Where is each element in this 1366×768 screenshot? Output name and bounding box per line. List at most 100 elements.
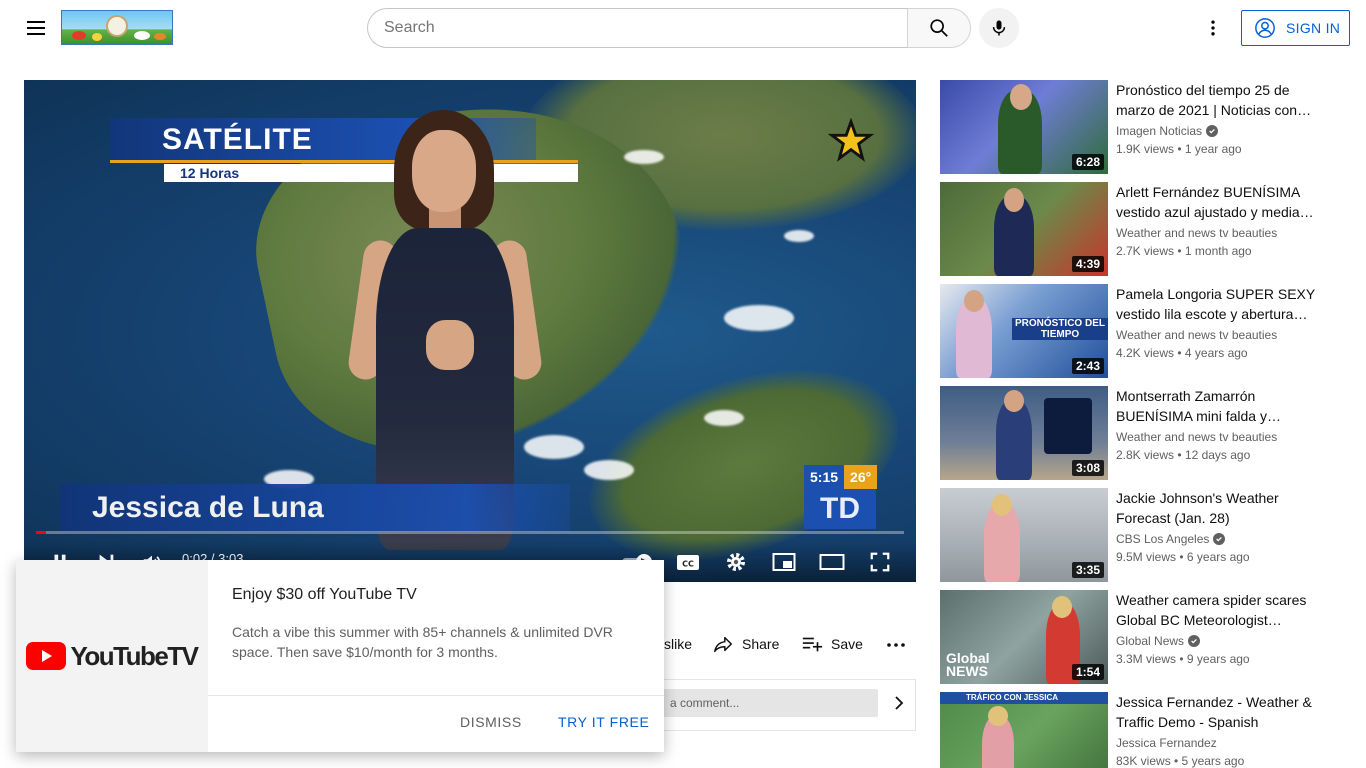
theater-mode-button[interactable] (816, 546, 848, 578)
video-title[interactable]: Pamela Longoria SUPER SEXY vestido lila … (1116, 284, 1316, 324)
more-actions-button[interactable] (884, 630, 908, 658)
doodle-shape (72, 31, 86, 40)
video-duration: 1:54 (1071, 664, 1104, 680)
thumb-moon-panel (1044, 398, 1092, 454)
video-title[interactable]: Pronóstico del tiempo 25 de marzo de 202… (1116, 80, 1316, 120)
recommendation-item[interactable]: 6:28 Pronóstico del tiempo 25 de marzo d… (940, 80, 1350, 174)
recommendation-item[interactable]: Global NEWS 1:54 Weather camera spider s… (940, 590, 1350, 684)
channel-name[interactable]: Imagen Noticias (1116, 124, 1219, 138)
channel-label: Global News (1116, 634, 1185, 648)
video-player[interactable]: SATÉLITE 12 Horas Jessica de Luna 5:15 2… (24, 80, 916, 582)
channel-name[interactable]: Global News (1116, 634, 1201, 648)
chevron-right-icon (895, 696, 904, 710)
promo-brand: YouTubeTV (70, 640, 199, 671)
video-thumbnail[interactable]: Global NEWS 1:54 (940, 590, 1108, 684)
video-title[interactable]: Jessica Fernandez - Weather & Traffic De… (1116, 692, 1316, 732)
video-meta: 2.7K views • 1 month ago (1116, 244, 1252, 258)
video-meta: 4.2K views • 4 years ago (1116, 346, 1248, 360)
guide-menu-button[interactable] (20, 12, 52, 44)
progress-bar[interactable] (36, 531, 904, 534)
open-comments-button[interactable] (888, 692, 910, 714)
more-horizontal-icon (887, 643, 905, 647)
masthead: SIGN IN (0, 0, 1366, 56)
youtube-tv-promo-dialog: YouTubeTV Enjoy $30 off YouTube TV Catch… (16, 560, 664, 752)
video-title[interactable]: Weather camera spider scares Global BC M… (1116, 590, 1316, 630)
promo-body: Catch a vibe this summer with 85+ channe… (232, 624, 613, 660)
video-duration: 6:28 (1071, 154, 1104, 170)
map-cloud (724, 305, 794, 331)
clock-temperature: 26° (844, 465, 878, 489)
fullscreen-button[interactable] (864, 546, 896, 578)
channel-name[interactable]: Weather and news tv beauties (1116, 226, 1277, 240)
settings-menu-button[interactable] (1197, 12, 1229, 44)
miniplayer-button[interactable] (768, 546, 800, 578)
video-thumbnail[interactable]: 6:28 (940, 80, 1108, 174)
recommendation-item[interactable]: PRONÓSTICO DEL TIEMPO 2:43 Pamela Longor… (940, 284, 1350, 378)
map-cloud (784, 230, 814, 242)
dislike-label: slike (664, 636, 693, 652)
doodle-shape (92, 33, 102, 41)
video-title[interactable]: Montserrath Zamarrón BUENÍSIMA mini fald… (1116, 386, 1316, 426)
video-meta: 3.3M views • 9 years ago (1116, 652, 1250, 666)
promo-divider (208, 695, 664, 696)
video-meta: 9.5M views • 6 years ago (1116, 550, 1250, 564)
channel-name[interactable]: Weather and news tv beauties (1116, 328, 1277, 342)
progress-played (36, 531, 46, 534)
recommendation-item[interactable]: 4:39 Arlett Fernández BUENÍSIMA vestido … (940, 182, 1350, 276)
channel-label: Weather and news tv beauties (1116, 226, 1278, 240)
verified-badge-icon (1213, 533, 1226, 545)
gear-icon (727, 553, 745, 571)
clock-time: 5:15 (804, 465, 845, 489)
video-duration: 3:08 (1071, 460, 1104, 476)
share-button[interactable]: Share (712, 630, 779, 658)
try-it-free-button[interactable]: TRY IT FREE (558, 714, 649, 730)
menu-icon (27, 21, 45, 23)
video-title[interactable]: Jackie Johnson's Weather Forecast (Jan. … (1116, 488, 1316, 528)
thumb-caption: Global NEWS (946, 650, 990, 679)
recommendation-item[interactable]: 3:08 Montserrath Zamarrón BUENÍSIMA mini… (940, 386, 1350, 480)
sign-in-button[interactable]: SIGN IN (1241, 10, 1350, 46)
doodle-figure (106, 15, 128, 37)
channel-name[interactable]: Jessica Fernandez (1116, 736, 1217, 750)
doodle-logo[interactable] (61, 10, 173, 45)
voice-search-button[interactable] (979, 8, 1019, 48)
presenter-name-bar: Jessica de Luna (60, 484, 570, 532)
channel-label: CBS Los Angeles (1116, 532, 1210, 546)
video-title[interactable]: Arlett Fernández BUENÍSIMA vestido azul … (1116, 182, 1316, 222)
thumb-figure-head (1004, 390, 1024, 412)
map-cloud (584, 460, 634, 480)
settings-button[interactable] (720, 546, 752, 578)
thumb-figure-head (1052, 596, 1072, 618)
video-thumbnail[interactable]: 4:39 (940, 182, 1108, 276)
video-meta: 2.8K views • 12 days ago (1116, 448, 1251, 462)
dislike-button[interactable]: slike (664, 630, 692, 658)
video-thumbnail[interactable]: 3:08 (940, 386, 1108, 480)
menu-icon-bar (27, 33, 45, 35)
search-box (367, 8, 908, 48)
video-duration: 3:35 (1071, 562, 1104, 578)
map-cloud (704, 410, 744, 426)
channel-name[interactable]: Weather and news tv beauties (1116, 430, 1277, 444)
save-button[interactable]: Save (801, 630, 863, 658)
presenter-hands (426, 320, 474, 370)
video-duration: 4:39 (1071, 256, 1104, 272)
closed-captions-icon: CC (677, 555, 699, 570)
comment-input[interactable]: a comment... (660, 689, 878, 717)
thumb-figure (996, 400, 1032, 480)
share-label: Share (742, 636, 780, 652)
doodle-shape (134, 31, 150, 40)
recommendation-item[interactable]: 3:35 Jackie Johnson's Weather Forecast (… (940, 488, 1350, 582)
search-button[interactable] (907, 8, 971, 48)
dismiss-button[interactable]: DISMISS (460, 714, 522, 730)
video-thumbnail[interactable]: TRÁFICO CON JESSICA (940, 692, 1108, 768)
play-triangle-icon (42, 650, 53, 662)
channel-label: Weather and news tv beauties (1116, 328, 1278, 342)
search-input[interactable] (384, 19, 892, 37)
sign-in-label: SIGN IN (1286, 20, 1341, 36)
video-thumbnail[interactable]: PRONÓSTICO DEL TIEMPO 2:43 (940, 284, 1108, 378)
recommendation-item[interactable]: TRÁFICO CON JESSICA Jessica Fernandez - … (940, 692, 1350, 768)
channel-name[interactable]: CBS Los Angeles (1116, 532, 1226, 546)
subtitles-button[interactable]: CC (672, 546, 704, 578)
video-thumbnail[interactable]: 3:35 (940, 488, 1108, 582)
promo-title: Enjoy $30 off YouTube TV (232, 586, 417, 603)
